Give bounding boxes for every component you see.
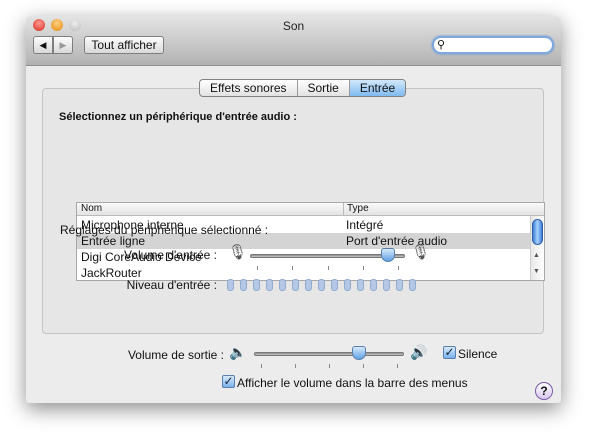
slider-tick — [292, 266, 294, 270]
mute-checkbox[interactable]: ✓ — [443, 346, 456, 359]
output-volume-label: Volume de sortie : — [127, 348, 224, 362]
level-segment — [227, 279, 234, 291]
slider-tick — [327, 266, 329, 270]
device-type: Port d'entrée audio — [346, 234, 448, 248]
level-segment — [383, 279, 390, 291]
input-heading: Sélectionnez un périphérique d'entrée au… — [59, 111, 297, 123]
back-button[interactable]: ◀ — [33, 36, 53, 54]
level-segment — [240, 279, 247, 291]
column-name[interactable]: Nom — [81, 203, 102, 214]
input-panel: Sélectionnez un périphérique d'entrée au… — [42, 88, 553, 400]
search-icon: ⚲ — [437, 39, 446, 51]
slider-tick — [261, 364, 262, 368]
forward-button[interactable]: ▶ — [53, 36, 73, 54]
slider-tick — [398, 266, 399, 270]
settings-label: Réglages du périphérique sélectionné : — [60, 223, 269, 237]
scroll-down-icon[interactable]: ▼ — [533, 268, 540, 275]
output-volume-thumb[interactable] — [351, 346, 366, 360]
slider-tick — [363, 364, 364, 368]
table-header: Nom Type — [77, 203, 544, 216]
level-segment — [253, 279, 260, 291]
search-input[interactable]: ⚲ — [432, 36, 554, 54]
slider-tick — [329, 364, 330, 368]
level-segment — [266, 279, 273, 291]
help-button[interactable]: ? — [535, 382, 553, 400]
speaker-low-icon: 🔈 — [229, 344, 247, 360]
tab-input[interactable]: Entrée — [349, 80, 406, 96]
input-volume-slider[interactable] — [250, 248, 405, 274]
show-volume-menubar-checkbox[interactable]: ✓ — [222, 375, 235, 388]
show-all-button[interactable]: Tout afficher — [84, 36, 164, 54]
scrollbar-thumb[interactable] — [532, 219, 543, 245]
output-volume-slider[interactable] — [254, 346, 404, 372]
sound-preferences-window: Son ◀ ▶ Tout afficher ⚲ Sélectionnez un … — [26, 16, 561, 403]
window-title: Son — [282, 19, 305, 33]
input-level-label: Niveau d'entrée : — [126, 278, 217, 292]
tab-bar: Effets sonores Sortie Entrée — [199, 79, 407, 97]
level-segment — [331, 279, 338, 291]
scrollbar[interactable]: ▲ ▼ — [530, 216, 544, 280]
input-volume-label: Volume d'entrée : — [123, 248, 217, 262]
slider-tick — [397, 364, 398, 368]
toolbar: Son ◀ ▶ Tout afficher ⚲ — [26, 16, 561, 66]
level-segment — [305, 279, 312, 291]
microphone-low-icon: 🎙 — [228, 244, 248, 261]
mute-label: Silence — [458, 347, 498, 361]
input-volume-thumb[interactable] — [381, 248, 396, 262]
level-segment — [318, 279, 325, 291]
slider-tick — [362, 266, 364, 270]
tab-sound-effects[interactable]: Effets sonores — [200, 80, 298, 96]
level-segment — [370, 279, 377, 291]
column-type[interactable]: Type — [343, 203, 369, 216]
level-segment — [292, 279, 299, 291]
level-segment — [344, 279, 351, 291]
slider-tick — [295, 364, 296, 368]
show-volume-menubar-label: Afficher le volume dans la barre des men… — [237, 376, 468, 390]
scroll-up-icon[interactable]: ▲ — [533, 252, 540, 259]
tab-output[interactable]: Sortie — [298, 80, 350, 96]
input-level-meter — [227, 279, 416, 291]
slider-tick — [257, 266, 258, 270]
level-segment — [279, 279, 286, 291]
speaker-high-icon: 🔊 — [410, 344, 428, 360]
device-type: Intégré — [346, 218, 384, 232]
microphone-high-icon: 🎙 — [411, 244, 431, 261]
level-segment — [396, 279, 403, 291]
level-segment — [409, 279, 416, 291]
level-segment — [357, 279, 364, 291]
